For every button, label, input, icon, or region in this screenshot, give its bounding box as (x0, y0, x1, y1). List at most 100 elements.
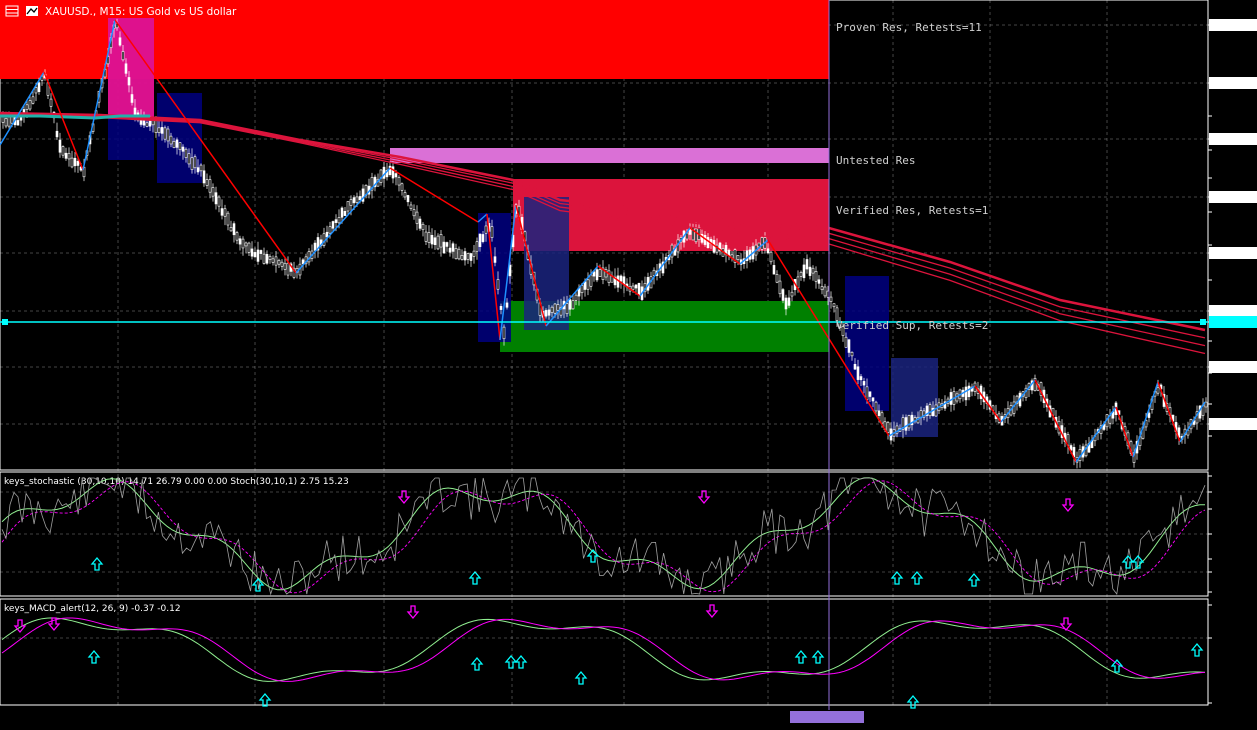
candle-body (934, 404, 938, 417)
candle-body (31, 96, 35, 104)
candle-body (907, 415, 911, 429)
candle-body (442, 241, 446, 254)
candle-body (457, 248, 461, 260)
candle-body (358, 196, 362, 201)
candle-body (250, 248, 254, 257)
candle-body (16, 120, 20, 126)
candle-body (175, 139, 179, 148)
candle-body (808, 266, 812, 276)
candle-body (238, 238, 242, 245)
price-line-handle[interactable] (2, 319, 8, 325)
candle-body (73, 157, 77, 167)
candle-body (769, 251, 773, 263)
candle-body (772, 265, 776, 275)
candle-body (313, 242, 317, 251)
candle-body (184, 148, 188, 158)
candle-body (856, 366, 860, 380)
candle-body (196, 167, 200, 173)
candle-body (325, 231, 329, 238)
candle-body (568, 299, 572, 310)
candle-body (394, 173, 398, 178)
price-label-box (1209, 418, 1257, 430)
candle-body (778, 280, 782, 295)
candle-body (631, 285, 635, 291)
candle-body (55, 130, 59, 138)
trading-chart[interactable]: Proven Res, Retests=11 Untested Res Veri… (0, 0, 1257, 726)
candle-body (556, 304, 560, 311)
macd-panel[interactable] (0, 598, 1209, 706)
current-price-box (1209, 316, 1257, 328)
candle-body (451, 243, 455, 252)
candle-body (847, 339, 851, 353)
candle-body (823, 286, 827, 297)
candle-body (886, 422, 890, 433)
candle-body (220, 208, 224, 216)
candle-body (550, 306, 554, 313)
candle-body (775, 274, 779, 283)
candle-body (64, 152, 68, 159)
chart-type-icon[interactable] (26, 6, 38, 16)
candle-body (949, 392, 953, 405)
candle-body (619, 275, 623, 282)
candle-body (265, 254, 269, 264)
candle-body (964, 386, 968, 401)
candle-body (412, 209, 416, 217)
candle-body (217, 196, 221, 207)
candle-body (145, 122, 149, 127)
candle-body (706, 237, 710, 248)
price-label-box (1209, 191, 1257, 203)
candle-body (448, 247, 452, 253)
candle-body (322, 233, 326, 246)
candle-body (574, 294, 578, 301)
candle-body (478, 233, 482, 247)
candle-body (589, 274, 593, 287)
candle-body (334, 219, 338, 223)
candle-body (400, 183, 404, 191)
candle-body (436, 235, 440, 250)
proven-res-label: Proven Res, Retests=11 (836, 21, 982, 34)
chart-title: XAUUSD., M15: US Gold vs US dollar (45, 6, 237, 18)
candle-body (352, 197, 356, 204)
candle-body (121, 51, 125, 61)
candle-body (493, 256, 497, 263)
candle-body (58, 139, 62, 153)
candle-body (484, 225, 488, 234)
candle-body (421, 223, 425, 231)
candle-body (505, 302, 509, 308)
candle-body (481, 234, 485, 242)
candle-body (871, 397, 875, 402)
candle-body (454, 248, 458, 260)
price-line-handle[interactable] (1200, 319, 1206, 325)
candle-body (67, 152, 71, 160)
macd-label: keys_MACD_alert(12, 26, 9) -0.37 -0.12 (4, 604, 181, 614)
candle-body (553, 303, 557, 314)
candle-body (382, 166, 386, 179)
candle-body (418, 218, 422, 229)
candle-body (166, 128, 170, 142)
candle-body (694, 228, 698, 243)
candle-body (820, 286, 824, 291)
untested-res-zone (390, 148, 829, 163)
candle-body (283, 262, 287, 270)
candle-body (199, 164, 203, 172)
candle-body (415, 211, 419, 224)
candle-body (340, 207, 344, 218)
candle-body (784, 297, 788, 310)
candle-body (76, 160, 80, 166)
candle-body (409, 204, 413, 209)
candle-body (781, 289, 785, 301)
candle-body (178, 142, 182, 151)
time-axis[interactable] (790, 711, 864, 723)
candle-body (472, 250, 476, 257)
candle-body (466, 253, 470, 260)
candle-body (490, 226, 494, 238)
candle-body (595, 269, 599, 281)
candle-body (967, 385, 971, 398)
candle-body (637, 282, 641, 296)
blue-box (891, 358, 938, 437)
candle-body (802, 264, 806, 279)
candle-body (346, 201, 350, 212)
price-label-box (1209, 361, 1257, 373)
price-axis[interactable] (1208, 19, 1257, 437)
candle-body (163, 127, 167, 140)
